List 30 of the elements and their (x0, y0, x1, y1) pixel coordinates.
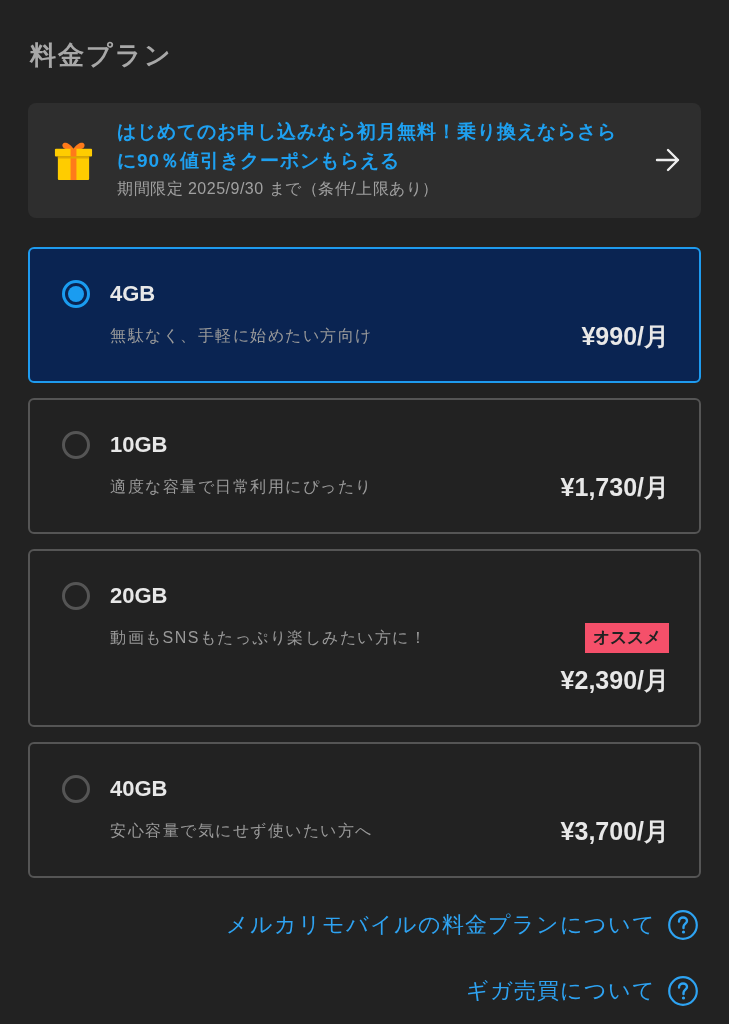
plan-description: 安心容量で気にせず使いたい方へ (110, 821, 373, 841)
plan-option[interactable]: 40GB 安心容量で気にせず使いたい方へ ¥3,700/月 (28, 742, 701, 878)
plan-name: 40GB (110, 775, 168, 803)
plan-price: ¥1,730/月 (560, 472, 669, 503)
help-link[interactable]: メルカリモバイルの料金プランについて (226, 909, 656, 941)
plan-description: 動画もSNSもたっぷり楽しみたい方に！ (110, 628, 428, 648)
plan-name: 4GB (110, 280, 156, 308)
radio-button[interactable] (62, 582, 90, 610)
plan-name: 10GB (110, 431, 168, 459)
help-icon[interactable] (668, 976, 698, 1006)
promo-headline: はじめてのお申し込みなら初月無料！乗り換えならさらに90％値引きクーポンもらえる (117, 120, 618, 173)
plan-description: 無駄なく、手軽に始めたい方向け (110, 326, 373, 346)
radio-button[interactable] (62, 431, 90, 459)
plan-option[interactable]: 20GB 動画もSNSもたっぷり楽しみたい方に！ オススメ ¥2,390/月 (28, 549, 701, 727)
plan-option[interactable]: 4GB 無駄なく、手軽に始めたい方向け ¥990/月 (28, 247, 701, 383)
arrow-right-icon (655, 147, 681, 172)
page-title: 料金プラン (28, 39, 174, 72)
plan-price: ¥2,390/月 (560, 665, 669, 696)
plan-description: 適度な容量で日常利用にぴったり (110, 477, 373, 497)
promo-note: 期間限定 2025/9/30 まで（条件/上限あり） (117, 179, 440, 199)
radio-button[interactable] (62, 280, 90, 308)
plan-option[interactable]: 10GB 適度な容量で日常利用にぴったり ¥1,730/月 (28, 398, 701, 534)
help-icon[interactable] (668, 910, 698, 940)
recommended-badge: オススメ (585, 623, 669, 653)
radio-button[interactable] (62, 775, 90, 803)
promo-banner[interactable]: はじめてのお申し込みなら初月無料！乗り換えならさらに90％値引きクーポンもらえる 期間限定 2025/9/30 まで（条件/上限あり） (28, 103, 701, 218)
help-link[interactable]: ギガ売買について (466, 975, 656, 1007)
plan-price: ¥3,700/月 (560, 816, 669, 847)
plan-price: ¥990/月 (581, 321, 669, 352)
plan-name: 20GB (110, 582, 168, 610)
